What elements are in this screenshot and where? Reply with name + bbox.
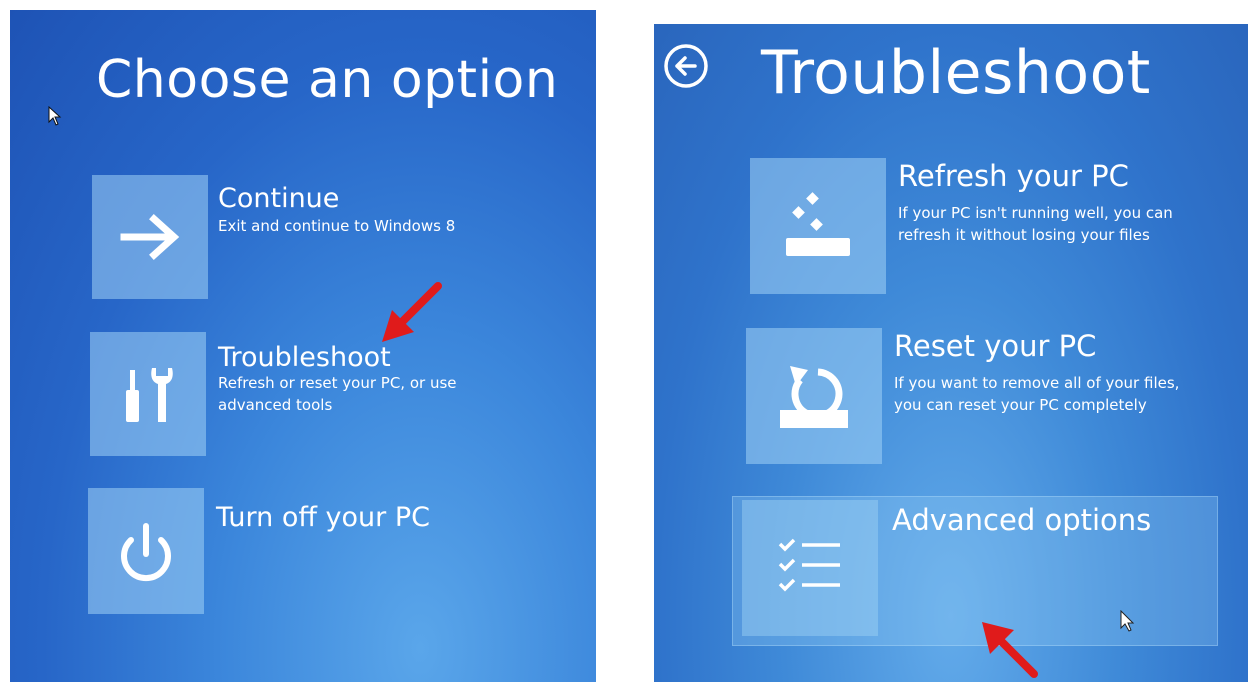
- page-title: Troubleshoot: [761, 38, 1151, 108]
- advanced-options-label: Advanced options: [892, 503, 1152, 537]
- advanced-options-tile: [742, 500, 878, 636]
- continue-description: Exit and continue to Windows 8: [218, 217, 456, 235]
- power-icon: [121, 523, 171, 582]
- troubleshoot-option[interactable]: Troubleshoot Refresh or reset your PC, o…: [90, 332, 510, 458]
- turn-off-tile: [88, 488, 204, 614]
- refresh-pc-option[interactable]: Refresh your PC If your PC isn't running…: [750, 158, 1220, 298]
- continue-tile: [92, 175, 208, 299]
- reset-pc-description: If you want to remove all of your files,…: [894, 374, 1180, 414]
- checklist-icon: [778, 538, 840, 592]
- reset-pc-option[interactable]: Reset your PC If you want to remove all …: [746, 328, 1216, 468]
- choose-an-option-screen: Choose an option Continue Exit and conti…: [10, 10, 596, 682]
- continue-label: Continue: [218, 183, 340, 214]
- arrow-right-icon: [120, 214, 180, 260]
- turn-off-option[interactable]: Turn off your PC: [88, 488, 508, 618]
- troubleshoot-label: Troubleshoot: [218, 342, 391, 373]
- back-arrow-icon: [664, 44, 708, 88]
- page-title: Choose an option: [96, 50, 559, 110]
- troubleshoot-screen: Troubleshoot Refresh your PC If your PC …: [654, 24, 1248, 682]
- turn-off-label: Turn off your PC: [216, 502, 430, 533]
- continue-option[interactable]: Continue Exit and continue to Windows 8: [92, 175, 512, 301]
- back-button[interactable]: [662, 42, 710, 90]
- tools-icon: [126, 368, 173, 422]
- mouse-cursor-icon: [48, 105, 62, 130]
- refresh-pc-label: Refresh your PC: [898, 159, 1129, 193]
- advanced-options-option[interactable]: Advanced options: [742, 500, 1212, 640]
- reset-pc-tile: [746, 328, 882, 464]
- troubleshoot-tile: [90, 332, 206, 456]
- refresh-pc-icon: [786, 192, 850, 256]
- red-annotation-arrow: [378, 280, 444, 350]
- refresh-pc-description: If your PC isn't running well, you can r…: [898, 204, 1173, 244]
- reset-pc-icon: [780, 366, 848, 428]
- refresh-pc-tile: [750, 158, 886, 294]
- troubleshoot-description: Refresh or reset your PC, or use advance…: [218, 374, 457, 414]
- mouse-cursor-icon: [1120, 609, 1136, 636]
- red-annotation-arrow: [980, 620, 1040, 682]
- reset-pc-label: Reset your PC: [894, 329, 1097, 363]
